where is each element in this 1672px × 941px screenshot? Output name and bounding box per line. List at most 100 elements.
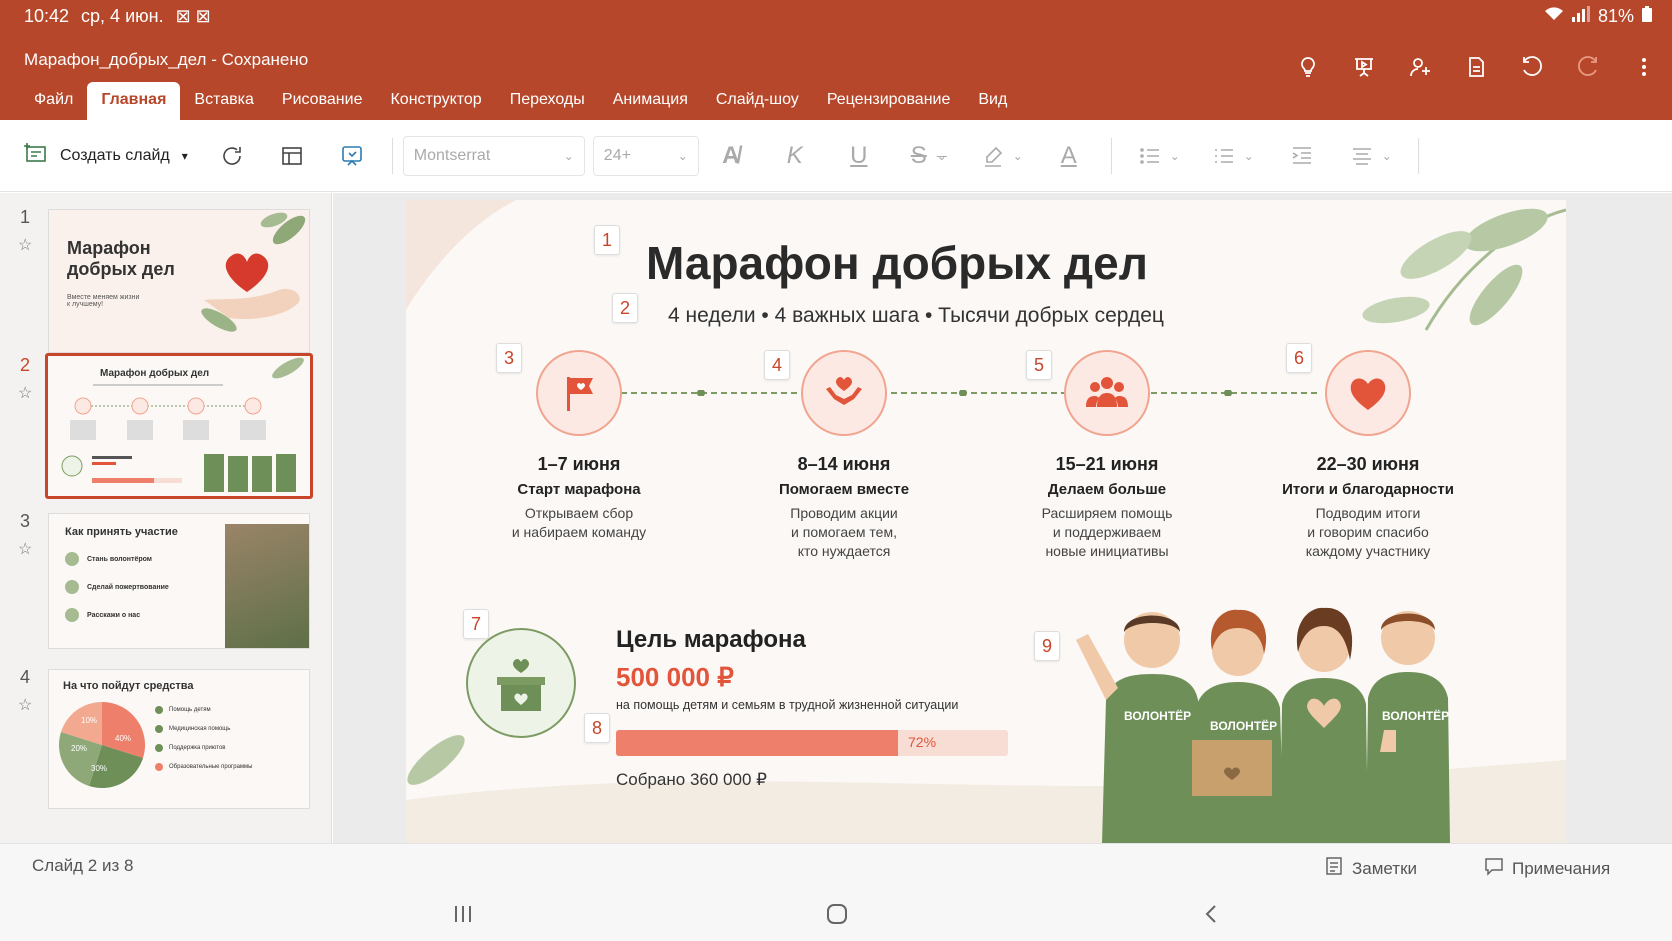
list-item: Стань волонтёром bbox=[65, 552, 169, 566]
share-user-icon[interactable] bbox=[1392, 52, 1448, 82]
notes-label: Заметки bbox=[1352, 858, 1418, 878]
system-nav-bar bbox=[0, 889, 1672, 941]
slide-thumbnails-panel[interactable]: 1 ☆ Марафон добрых дел Вместе меняем жиз… bbox=[0, 193, 332, 843]
app-status-bar: Слайд 2 из 8 Заметки Примечания bbox=[0, 843, 1672, 889]
document-title[interactable]: Марафон_добрых_дел - Сохранено bbox=[24, 50, 308, 70]
step-description: Проводим акции и помогаем тем, кто нужда… bbox=[790, 505, 898, 559]
ribbon-toolbar: Создать слайд ▾ Montserrat ⌄ 24+ ⌄ A̸ K … bbox=[0, 120, 1672, 192]
back-icon[interactable] bbox=[1200, 903, 1222, 930]
status-time: 10:42 bbox=[24, 6, 70, 26]
star-icon[interactable]: ☆ bbox=[18, 695, 32, 715]
reset-icon[interactable] bbox=[202, 144, 262, 168]
list-item-label: Сделай пожертвование bbox=[87, 583, 169, 591]
timeline-step-3[interactable]: 15–21 июня Делаем больше Расширяем помощ… bbox=[997, 350, 1217, 561]
legend-label: Образовательные программы bbox=[169, 764, 253, 770]
notes-button[interactable]: Заметки bbox=[1324, 856, 1417, 881]
legend-item: Образовательные программы bbox=[155, 763, 252, 771]
tab-draw[interactable]: Рисование bbox=[268, 82, 377, 120]
volunteers-illustration[interactable]: ВОЛОНТЁР ВОЛОНТЁР ВОЛОНТЁР bbox=[1066, 580, 1466, 843]
layout-icon[interactable] bbox=[262, 144, 322, 168]
home-icon[interactable] bbox=[826, 903, 848, 930]
designer-icon[interactable] bbox=[322, 144, 382, 168]
shirt-label: ВОЛОНТЁР bbox=[1210, 718, 1277, 733]
shirt-label: ВОЛОНТЁР bbox=[1124, 708, 1191, 723]
italic-icon[interactable]: K bbox=[763, 142, 827, 170]
file-icon[interactable] bbox=[1448, 52, 1504, 82]
step-name: Старт марафона bbox=[517, 481, 641, 498]
pie-label: 40% bbox=[115, 734, 132, 743]
goal-progress-bar[interactable]: 72% bbox=[616, 730, 1008, 756]
font-size-select[interactable]: 24+ ⌄ bbox=[592, 135, 699, 176]
present-icon[interactable] bbox=[1336, 52, 1392, 82]
clear-format-icon[interactable]: A̸ bbox=[699, 142, 763, 170]
tab-slideshow[interactable]: Слайд-шоу bbox=[702, 82, 813, 120]
thumbnail-slide-1[interactable]: Марафон добрых дел Вместе меняем жизни к… bbox=[48, 209, 310, 353]
numbering-icon[interactable]: ⌄ bbox=[1196, 144, 1270, 168]
element-tag[interactable]: 8 bbox=[584, 713, 610, 743]
thumbnail-number: 4 bbox=[20, 667, 31, 687]
flag-heart-icon bbox=[536, 350, 622, 436]
goal-description[interactable]: на помощь детям и семьям в трудной жизне… bbox=[616, 698, 958, 712]
more-icon[interactable] bbox=[1616, 52, 1672, 82]
goal-amount[interactable]: 500 000 ₽ bbox=[616, 662, 734, 693]
element-tag[interactable]: 7 bbox=[463, 609, 489, 639]
tab-file[interactable]: Файл bbox=[20, 82, 87, 120]
slide-counter: Слайд 2 из 8 bbox=[32, 856, 134, 875]
status-bar: 10:42 ср, 4 июн. ⊠ ⊠ bbox=[24, 6, 211, 27]
tab-design[interactable]: Конструктор bbox=[376, 82, 495, 120]
timeline-step-4[interactable]: 22–30 июня Итоги и благодарности Подводи… bbox=[1258, 350, 1478, 561]
slide-title[interactable]: Марафон добрых дел bbox=[646, 236, 1148, 290]
people-group-icon bbox=[1064, 350, 1150, 436]
recent-apps-icon[interactable] bbox=[452, 903, 474, 930]
tab-insert[interactable]: Вставка bbox=[180, 82, 267, 120]
thumbnail-slide-2[interactable]: Марафон добрых дел bbox=[45, 353, 313, 499]
legend-swatch bbox=[155, 725, 163, 733]
new-slide-button[interactable]: Создать слайд ▾ bbox=[24, 141, 188, 170]
collected-amount[interactable]: Собрано 360 000 ₽ bbox=[616, 770, 767, 790]
redo-icon[interactable] bbox=[1560, 52, 1616, 82]
timeline-step-1[interactable]: 1–7 июня Старт марафона Открываем сбор и… bbox=[469, 350, 689, 542]
indent-icon[interactable] bbox=[1270, 144, 1334, 168]
lightbulb-icon[interactable] bbox=[1280, 52, 1336, 82]
bullets-icon[interactable]: ⌄ bbox=[1122, 144, 1196, 168]
donation-box-icon[interactable] bbox=[466, 628, 576, 738]
font-name-select[interactable]: Montserrat ⌄ bbox=[402, 135, 585, 176]
goal-title[interactable]: Цель марафона bbox=[616, 626, 806, 654]
tab-view[interactable]: Вид bbox=[964, 82, 1021, 120]
element-tag[interactable]: 9 bbox=[1034, 631, 1060, 661]
thumbnail-slide-3[interactable]: Как принять участие Стань волонтёром Сде… bbox=[48, 513, 310, 649]
element-tag[interactable]: 1 bbox=[594, 225, 620, 255]
highlight-icon[interactable]: ⌄ bbox=[967, 144, 1037, 168]
font-color-icon[interactable]: A bbox=[1037, 142, 1101, 170]
legend-swatch bbox=[155, 744, 163, 752]
star-icon[interactable]: ☆ bbox=[18, 539, 32, 559]
thumbnail-list: Стань волонтёром Сделай пожертвование Ра… bbox=[65, 552, 169, 622]
undo-icon[interactable] bbox=[1504, 52, 1560, 82]
progress-fill bbox=[616, 730, 899, 756]
status-date: ср, 4 июн. bbox=[81, 6, 164, 26]
step-date: 1–7 июня bbox=[537, 454, 621, 474]
element-tag[interactable]: 2 bbox=[612, 293, 638, 323]
tab-transitions[interactable]: Переходы bbox=[496, 82, 599, 120]
timeline-step-2[interactable]: 8–14 июня Помогаем вместе Проводим акции… bbox=[734, 350, 954, 561]
list-item-label: Стань волонтёром bbox=[87, 555, 152, 563]
legend-label: Помощь детям bbox=[169, 707, 211, 713]
star-icon[interactable]: ☆ bbox=[18, 383, 32, 403]
tab-animations[interactable]: Анимация bbox=[599, 82, 702, 120]
star-icon[interactable]: ☆ bbox=[18, 235, 32, 255]
pie-label: 30% bbox=[91, 764, 108, 773]
tab-review[interactable]: Рецензирование bbox=[813, 82, 965, 120]
slide-2[interactable]: 1 Марафон добрых дел 2 4 недели • 4 важн… bbox=[406, 200, 1566, 843]
underline-icon[interactable]: U bbox=[827, 142, 891, 170]
comments-button[interactable]: Примечания bbox=[1484, 856, 1610, 881]
tab-home[interactable]: Главная bbox=[87, 82, 181, 120]
thumbnail-title: Как принять участие bbox=[65, 526, 178, 538]
strikethrough-icon[interactable]: S ⌄ bbox=[891, 142, 967, 170]
thumbnail-slide-4[interactable]: На что пойдут средства 10% 40% 20% 30% П… bbox=[48, 669, 310, 809]
app-header: 10:42 ср, 4 июн. ⊠ ⊠ 81% Марафон_добрых_… bbox=[0, 0, 1672, 120]
slide-subtitle[interactable]: 4 недели • 4 важных шага • Тысячи добрых… bbox=[668, 304, 1164, 328]
step-description: Открываем сбор и набираем команду bbox=[511, 505, 647, 540]
step-date: 15–21 июня bbox=[1055, 454, 1159, 474]
legend-label: Поддержка приютов bbox=[169, 745, 226, 751]
align-icon[interactable]: ⌄ bbox=[1334, 144, 1408, 168]
